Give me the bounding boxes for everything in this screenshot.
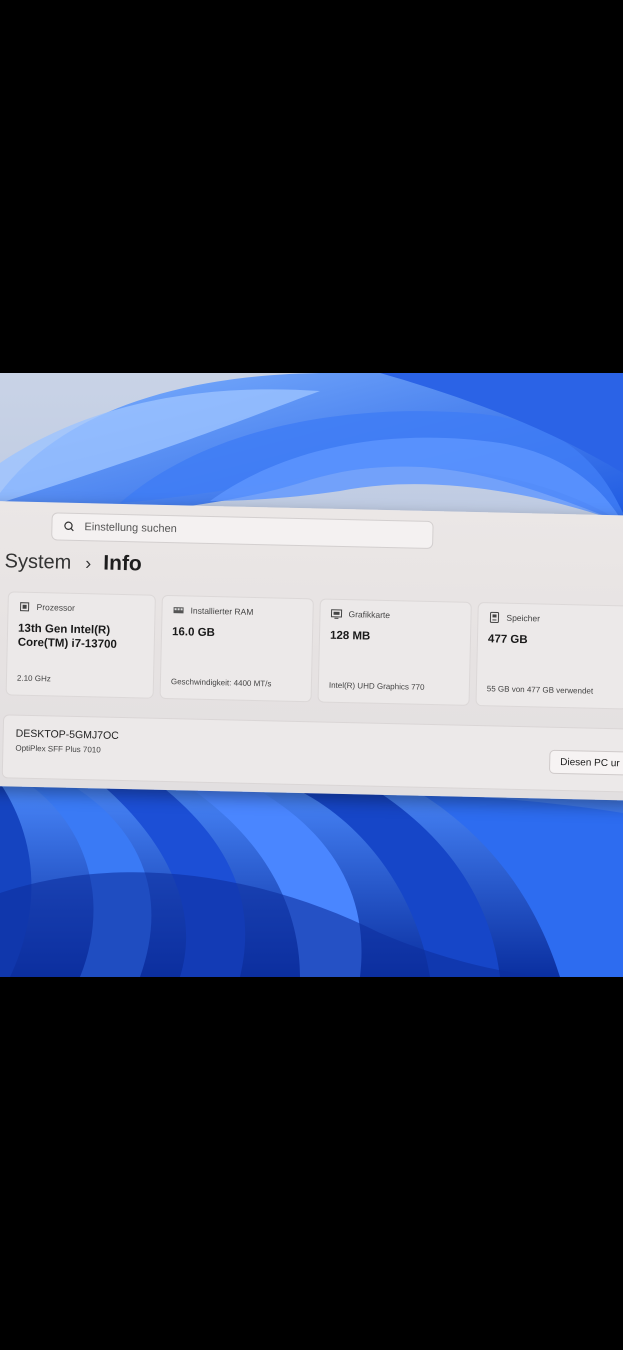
processor-icon — [20, 602, 30, 612]
ram-card: Installierter RAM 16.0 GB Geschwindigkei… — [159, 594, 314, 703]
chevron-right-icon: › — [85, 553, 92, 574]
gpu-value: 128 MB — [329, 629, 371, 643]
storage-label: Speicher — [506, 612, 541, 624]
ram-icon — [173, 607, 184, 614]
processor-value-line2: Core(TM) i7-13700 — [17, 636, 117, 651]
page-title: Info — [103, 551, 143, 576]
storage-usage: 55 GB von 477 GB verwendet — [486, 684, 594, 696]
storage-icon — [489, 611, 500, 623]
gpu-card: Grafikkarte 128 MB Intel(R) UHD Graphics… — [317, 598, 472, 706]
rename-pc-button[interactable]: Diesen PC ur — [548, 749, 623, 776]
processor-label: Prozessor — [36, 602, 75, 613]
storage-card: Speicher 477 GB 55 GB von 477 GB verwend… — [475, 602, 623, 710]
device-name: DESKTOP-5GMJ7OC — [15, 727, 119, 742]
screen-photo: Einstellung suchen System › Info Prozess… — [0, 373, 623, 977]
storage-value: 477 GB — [487, 633, 528, 647]
device-model: OptiPlex SFF Plus 7010 — [15, 743, 101, 755]
breadcrumb-system[interactable]: System — [4, 550, 71, 575]
search-icon — [64, 521, 74, 532]
settings-window: Einstellung suchen System › Info Prozess… — [0, 501, 623, 801]
breadcrumb: System › Info — [4, 549, 142, 576]
processor-speed: 2.10 GHz — [16, 673, 51, 684]
search-box[interactable]: Einstellung suchen — [51, 512, 434, 550]
ram-value: 16.0 GB — [171, 626, 216, 640]
gpu-name: Intel(R) UHD Graphics 770 — [328, 680, 425, 692]
device-info-bar: DESKTOP-5GMJ7OC OptiPlex SFF Plus 7010 D… — [1, 714, 623, 793]
processor-card: Prozessor 13th Gen Intel(R) Core(TM) i7-… — [5, 591, 156, 699]
ram-speed: Geschwindigkeit: 4400 MT/s — [170, 677, 272, 689]
ram-label: Installierter RAM — [190, 605, 254, 617]
search-placeholder[interactable]: Einstellung suchen — [84, 521, 177, 535]
gpu-icon — [330, 609, 343, 619]
gpu-label: Grafikkarte — [348, 609, 391, 621]
